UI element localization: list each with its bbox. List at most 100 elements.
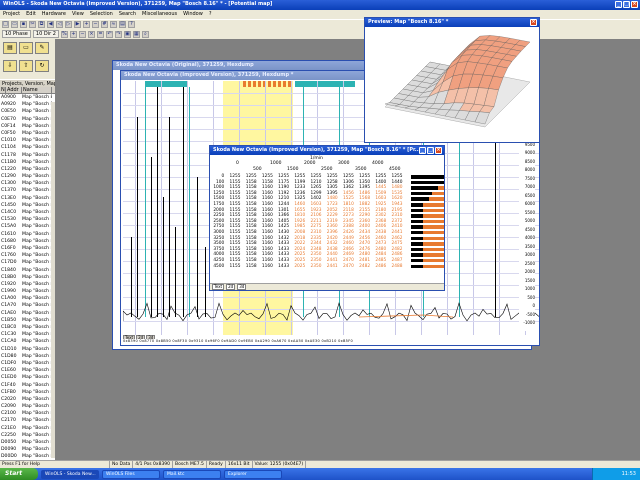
- start-button[interactable]: Start: [0, 468, 38, 480]
- map-list-item[interactable]: C21E0 Map "Bosch 8.16": [0, 425, 55, 432]
- percent-icon[interactable]: %: [60, 30, 68, 38]
- table-cell[interactable]: 2488: [387, 264, 403, 270]
- map-list-item[interactable]: C1010 Map "Bosch 8.16": [0, 137, 55, 144]
- menu-item[interactable]: Search: [119, 10, 136, 19]
- first-icon[interactable]: ◀: [47, 21, 54, 28]
- table-cell[interactable]: 2486: [371, 264, 387, 270]
- maximize-icon[interactable]: □: [623, 1, 630, 8]
- chart-icon[interactable]: ≈: [110, 21, 117, 28]
- table-cell[interactable]: 2350: [306, 264, 322, 270]
- cut-icon[interactable]: ✂: [29, 21, 36, 28]
- map-list-item[interactable]: C2020 Map "Bosch 8.16": [0, 396, 55, 403]
- map-list-item[interactable]: C1ED0 Map "Bosch 8.16": [0, 374, 55, 381]
- map-list-item[interactable]: C1C30 Map "Bosch 8.16": [0, 331, 55, 338]
- map-list-item[interactable]: C0E70 Map "Bosch 8.16": [0, 116, 55, 123]
- menu-item[interactable]: Edit: [26, 10, 36, 19]
- map-list-item[interactable]: C14C0 Map "Bosch 8.16": [0, 209, 55, 216]
- window-preview-titlebar[interactable]: Preview: Map "Bosch 8.16" * ×: [365, 18, 539, 27]
- menu-item[interactable]: Hardware: [42, 10, 66, 19]
- task-button[interactable]: Mail.ktc: [163, 469, 221, 479]
- last-icon[interactable]: ▶: [74, 21, 81, 28]
- new-file-icon[interactable]: □: [2, 21, 9, 28]
- map-list-item[interactable]: C2170 Map "Bosch 8.16": [0, 417, 55, 424]
- map-list-item[interactable]: C1990 Map "Bosch 8.16": [0, 288, 55, 295]
- redo-icon[interactable]: ↷: [114, 30, 122, 38]
- map-list-item[interactable]: C11B0 Map "Bosch 8.16": [0, 159, 55, 166]
- col-addr[interactable]: Addr: [6, 87, 22, 93]
- map-list-item[interactable]: C15A0 Map "Bosch 8.16": [0, 223, 55, 230]
- find-icon[interactable]: ⌕: [141, 30, 149, 38]
- map-list-item[interactable]: C1DF0 Map "Bosch 8.16": [0, 360, 55, 367]
- map-list-item[interactable]: C1920 Map "Bosch 8.16": [0, 281, 55, 288]
- plus-icon[interactable]: +: [69, 30, 77, 38]
- map-list-item[interactable]: C2250 Map "Bosch 8.16": [0, 432, 55, 439]
- menu-item[interactable]: Project: [3, 10, 20, 19]
- map-list-item[interactable]: C1CA0 Map "Bosch 8.16": [0, 338, 55, 345]
- table-row[interactable]: 4500 1155 1158 1160 1433 2025 2350 2441 2470 2482…: [210, 264, 444, 270]
- map-list-item[interactable]: C1680 Map "Bosch 8.16": [0, 238, 55, 245]
- map-list-item[interactable]: C1A00 Map "Bosch 8.16": [0, 295, 55, 302]
- minimize-icon[interactable]: _: [419, 147, 426, 154]
- tab-3d[interactable]: 3d: [237, 284, 247, 290]
- mark-icon[interactable]: ▦: [132, 30, 140, 38]
- map-list-item[interactable]: C0E50 Map "Bosch 8.16": [0, 108, 55, 115]
- map-list-item[interactable]: C1300 Map "Bosch 8.16": [0, 180, 55, 187]
- table-cell[interactable]: 1160: [258, 264, 274, 270]
- select-all-icon[interactable]: ▣: [123, 30, 131, 38]
- maximize-icon[interactable]: □: [427, 147, 434, 154]
- folder-icon[interactable]: ▭: [19, 42, 33, 54]
- save-icon[interactable]: ▪: [20, 21, 27, 28]
- export-icon[interactable]: ⇧: [19, 60, 33, 72]
- window-map-table[interactable]: Skoda New Octavia (Improved Version), 37…: [209, 145, 445, 291]
- table-cell[interactable]: 2025: [290, 264, 306, 270]
- zoom-out-icon[interactable]: −: [92, 21, 99, 28]
- menu-item[interactable]: Window: [183, 10, 203, 19]
- window-preview[interactable]: Preview: Map "Bosch 8.16" * ×: [364, 17, 540, 143]
- project-icon[interactable]: ▤: [3, 42, 17, 54]
- map-list-item[interactable]: C1FB0 Map "Bosch 8.16": [0, 389, 55, 396]
- map-list-item[interactable]: C1A70 Map "Bosch 8.16": [0, 302, 55, 309]
- map-list-item[interactable]: C18B0 Map "Bosch 8.16": [0, 274, 55, 281]
- close-icon[interactable]: ×: [435, 147, 442, 154]
- minimize-icon[interactable]: _: [615, 1, 622, 8]
- tab-text[interactable]: Text: [212, 284, 225, 290]
- map-list-item[interactable]: C17D0 Map "Bosch 8.16": [0, 259, 55, 266]
- refresh-icon[interactable]: ↻: [35, 60, 49, 72]
- table-cell[interactable]: 1433: [274, 264, 290, 270]
- close-icon[interactable]: ×: [530, 19, 537, 26]
- multiply-icon[interactable]: ×: [87, 30, 95, 38]
- minus-icon[interactable]: −: [78, 30, 86, 38]
- menu-item[interactable]: Selection: [90, 10, 113, 19]
- grid-icon[interactable]: #: [101, 21, 108, 28]
- map-list-item[interactable]: C1290 Map "Bosch 8.16": [0, 173, 55, 180]
- window-map-table-titlebar[interactable]: Skoda New Octavia (Improved Version), 37…: [210, 146, 444, 155]
- table-cell[interactable]: 2470: [339, 264, 355, 270]
- task-button[interactable]: WinOLS Files: [102, 469, 160, 479]
- map-list-item[interactable]: C1B50 Map "Bosch 8.16": [0, 317, 55, 324]
- map-list-item[interactable]: C1450 Map "Bosch 8.16": [0, 202, 55, 209]
- task-button[interactable]: WinOLS - Skoda New...: [41, 469, 99, 479]
- prev-icon[interactable]: ◁: [56, 21, 63, 28]
- map-list-item[interactable]: D00D0 Map "Bosch 8.16": [0, 453, 55, 460]
- table-cell[interactable]: 2441: [322, 264, 338, 270]
- map-list-item[interactable]: C0F14 Map "Bosch 8.16": [0, 123, 55, 130]
- map-list-item[interactable]: C1AE0 Map "Bosch 8.16": [0, 310, 55, 317]
- map-table[interactable]: 0 1255 1255 1255 1255 1255 1255 1255 1255 1255 125…: [210, 174, 444, 269]
- map-list-item[interactable]: C2090 Map "Bosch 8.16": [0, 403, 55, 410]
- table-cell[interactable]: 1158: [241, 264, 257, 270]
- map-list-item[interactable]: C13E0 Map "Bosch 8.16": [0, 195, 55, 202]
- map-list-item[interactable]: C1BC0 Map "Bosch 8.16": [0, 324, 55, 331]
- tools-icon[interactable]: ✎: [35, 42, 49, 54]
- help-icon[interactable]: ?: [128, 21, 135, 28]
- equals-icon[interactable]: =: [96, 30, 104, 38]
- map-list-item[interactable]: C1220 Map "Bosch 8.16": [0, 166, 55, 173]
- open-folder-icon[interactable]: ▭: [11, 21, 18, 28]
- table-cell[interactable]: 1155: [225, 264, 241, 270]
- list-scrollbar[interactable]: [51, 102, 55, 458]
- map-list-item[interactable]: C1840 Map "Bosch 8.16": [0, 267, 55, 274]
- table-cell[interactable]: 2482: [355, 264, 371, 270]
- map-list-item[interactable]: C1178 Map "Bosch 8.16": [0, 152, 55, 159]
- menu-item[interactable]: ?: [209, 10, 212, 19]
- table-icon[interactable]: ▤: [119, 21, 126, 28]
- map-list-item[interactable]: C1760 Map "Bosch 8.16": [0, 252, 55, 259]
